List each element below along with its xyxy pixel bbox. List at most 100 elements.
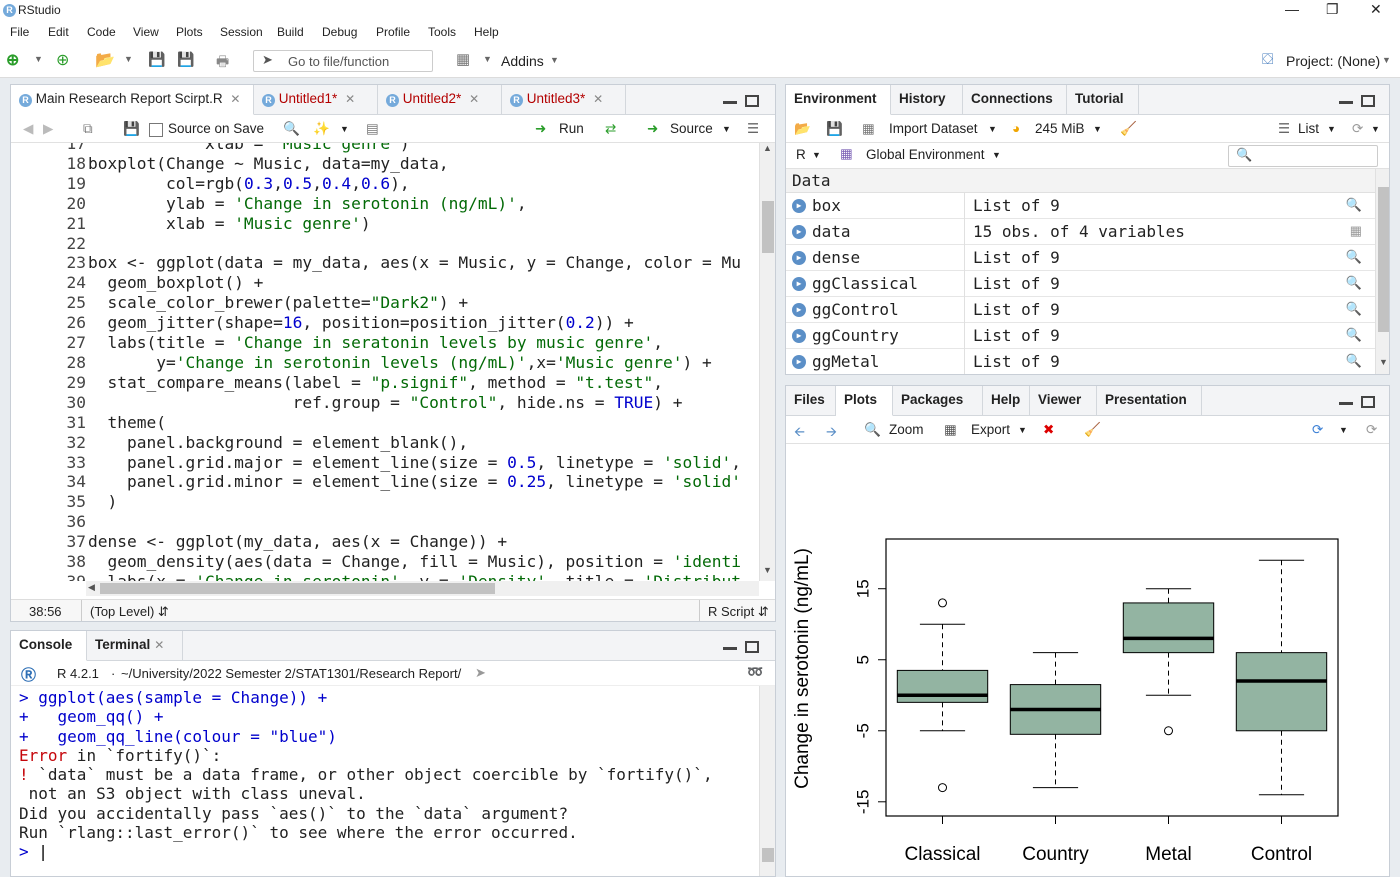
code-line[interactable]: col=rgb(0.3,0.5,0.4,0.6), bbox=[88, 174, 741, 194]
view-search-icon[interactable]: 🔍 bbox=[1346, 327, 1362, 343]
open-folder-icon[interactable]: 📂 bbox=[95, 50, 115, 70]
grid-layout-icon[interactable]: ▦ bbox=[456, 50, 470, 68]
tab-untitled1[interactable]: R Untitled1* ✕ bbox=[254, 85, 378, 115]
environment-row[interactable]: ▶ ggCountry List of 9 🔍 bbox=[786, 323, 1376, 349]
clear-workspace-broom-icon[interactable]: 🧹 bbox=[1120, 121, 1137, 137]
view-mode-selector[interactable]: List bbox=[1298, 121, 1319, 136]
chevron-down-icon[interactable]: ▼ bbox=[988, 124, 997, 134]
goto-file-input[interactable]: Go to file/function bbox=[253, 50, 433, 72]
code-line[interactable]: geom_density(aes(data = Change, fill = M… bbox=[88, 552, 741, 572]
console-scrollbar[interactable] bbox=[759, 686, 775, 876]
menu-tools[interactable]: Tools bbox=[428, 25, 456, 39]
outline-icon[interactable]: ☰ bbox=[747, 121, 759, 137]
code-line[interactable]: ref.group = "Control", hide.ns = TRUE) + bbox=[88, 393, 741, 413]
code-line[interactable]: scale_color_brewer(palette="Dark2") + bbox=[88, 293, 741, 313]
code-line[interactable] bbox=[88, 512, 741, 532]
next-plot-icon[interactable]: 🡪 bbox=[826, 422, 837, 445]
chevron-down-icon[interactable]: ▼ bbox=[1339, 425, 1348, 435]
tab-help[interactable]: Help bbox=[983, 386, 1030, 416]
code-line[interactable]: panel.grid.minor = element_line(size = 0… bbox=[88, 472, 741, 492]
close-tab-icon[interactable]: ✕ bbox=[593, 92, 603, 106]
load-workspace-icon[interactable]: 📂 bbox=[794, 121, 811, 137]
new-project-icon[interactable]: ⊕ bbox=[56, 50, 69, 70]
language-selector[interactable]: R bbox=[796, 147, 806, 162]
rerun-icon[interactable]: ⇄ bbox=[605, 121, 616, 137]
environment-row[interactable]: ▶ box List of 9 🔍 bbox=[786, 193, 1376, 219]
code-line[interactable]: panel.grid.major = element_line(size = 0… bbox=[88, 453, 741, 473]
tab-untitled2[interactable]: R Untitled2* ✕ bbox=[378, 85, 502, 115]
scroll-thumb[interactable] bbox=[100, 583, 495, 594]
menu-edit[interactable]: Edit bbox=[48, 25, 69, 39]
show-in-window-icon[interactable]: ⧉ bbox=[83, 121, 93, 137]
menu-profile[interactable]: Profile bbox=[376, 25, 410, 39]
run-button[interactable]: Run bbox=[559, 121, 584, 136]
code-line[interactable]: geom_boxplot() + bbox=[88, 273, 741, 293]
code-line[interactable]: y='Change in serotonin levels (ng/mL)',x… bbox=[88, 353, 741, 373]
search-icon[interactable]: 🔍 bbox=[283, 121, 300, 137]
maximize-icon[interactable]: ❐ bbox=[1326, 1, 1339, 18]
chevron-down-icon[interactable]: ▼ bbox=[1327, 124, 1336, 134]
close-tab-icon[interactable]: ✕ bbox=[469, 92, 479, 106]
tab-files[interactable]: Files bbox=[786, 386, 836, 416]
chevron-down-icon[interactable]: ▼ bbox=[1371, 124, 1380, 134]
publish-icon[interactable]: ⟳ bbox=[1312, 422, 1323, 438]
environment-row[interactable]: ▶ dense List of 9 🔍 bbox=[786, 245, 1376, 271]
minimize-pane-icon[interactable] bbox=[723, 646, 737, 650]
environment-scope-selector[interactable]: Global Environment bbox=[866, 147, 985, 162]
environment-row[interactable]: ▶ ggMetal List of 9 🔍 bbox=[786, 349, 1376, 374]
source-button[interactable]: Source bbox=[670, 121, 713, 136]
save-icon[interactable]: 💾 bbox=[123, 121, 140, 137]
goto-dir-arrow-icon[interactable]: ➤ bbox=[475, 665, 486, 681]
export-button[interactable]: Export bbox=[971, 422, 1010, 437]
maximize-pane-icon[interactable] bbox=[1361, 396, 1375, 408]
tab-untitled3[interactable]: R Untitled3* ✕ bbox=[502, 85, 626, 115]
memory-usage[interactable]: 245 MiB bbox=[1035, 121, 1085, 136]
scroll-left-icon[interactable]: ◀ bbox=[88, 582, 95, 593]
tab-terminal[interactable]: Terminal ✕ bbox=[87, 631, 183, 661]
chevron-down-icon[interactable]: ▼ bbox=[812, 150, 821, 160]
magic-wand-icon[interactable]: ✨ bbox=[313, 121, 330, 137]
chevron-down-icon[interactable]: ▼ bbox=[550, 55, 559, 65]
save-all-icon[interactable]: 💾 bbox=[177, 51, 194, 68]
chevron-down-icon[interactable]: ▼ bbox=[1018, 425, 1027, 435]
forward-arrow-icon[interactable]: ▶ bbox=[43, 121, 53, 137]
tab-history[interactable]: History bbox=[891, 85, 963, 115]
menu-code[interactable]: Code bbox=[87, 25, 116, 39]
menu-build[interactable]: Build bbox=[277, 25, 304, 39]
maximize-pane-icon[interactable] bbox=[1361, 95, 1375, 107]
filetype-selector[interactable]: R Script ⇵ bbox=[699, 600, 769, 621]
scroll-thumb[interactable] bbox=[1378, 187, 1389, 332]
code-line[interactable]: boxplot(Change ~ Music, data=my_data, bbox=[88, 154, 741, 174]
scroll-thumb[interactable] bbox=[762, 201, 774, 253]
code-line[interactable] bbox=[88, 234, 741, 254]
tab-connections[interactable]: Connections bbox=[963, 85, 1067, 115]
tab-main-script[interactable]: R Main Research Report Scirpt.R ✕ bbox=[11, 85, 254, 115]
code-line[interactable]: ) bbox=[88, 492, 741, 512]
project-menu[interactable]: Project: (None) bbox=[1286, 53, 1380, 69]
minimize-pane-icon[interactable] bbox=[1339, 401, 1353, 405]
addins-menu[interactable]: Addins bbox=[501, 53, 544, 69]
code-line[interactable]: stat_compare_means(label = "p.signif", m… bbox=[88, 373, 741, 393]
menu-plots[interactable]: Plots bbox=[176, 25, 203, 39]
editor-horizontal-scrollbar[interactable]: ◀ bbox=[86, 581, 759, 596]
expand-icon[interactable]: ▶ bbox=[792, 329, 806, 343]
minimize-pane-icon[interactable] bbox=[1339, 100, 1353, 104]
tab-console[interactable]: Console bbox=[11, 631, 87, 661]
back-arrow-icon[interactable]: ◀ bbox=[23, 121, 33, 137]
expand-icon[interactable]: ▶ bbox=[792, 303, 806, 317]
compile-report-icon[interactable]: ▤ bbox=[366, 121, 379, 137]
chevron-down-icon[interactable]: ▼ bbox=[340, 124, 349, 134]
environment-row[interactable]: ▶ ggControl List of 9 🔍 bbox=[786, 297, 1376, 323]
chevron-down-icon[interactable]: ▼ bbox=[992, 150, 1001, 160]
expand-icon[interactable]: ▶ bbox=[792, 251, 806, 265]
tab-presentation[interactable]: Presentation bbox=[1097, 386, 1202, 416]
menu-help[interactable]: Help bbox=[474, 25, 499, 39]
code-line[interactable]: labs(x = 'Change in serotonin', y = 'Den… bbox=[88, 572, 741, 581]
tab-packages[interactable]: Packages bbox=[893, 386, 983, 416]
console-output[interactable]: > ggplot(aes(sample = Change)) + + geom_q… bbox=[19, 688, 759, 876]
new-file-icon[interactable]: ⊕ bbox=[6, 50, 19, 70]
scroll-thumb[interactable] bbox=[762, 848, 774, 862]
tab-tutorial[interactable]: Tutorial bbox=[1067, 85, 1139, 115]
chevron-down-icon[interactable]: ▼ bbox=[34, 54, 43, 64]
view-table-icon[interactable]: ▦ bbox=[1350, 223, 1362, 239]
